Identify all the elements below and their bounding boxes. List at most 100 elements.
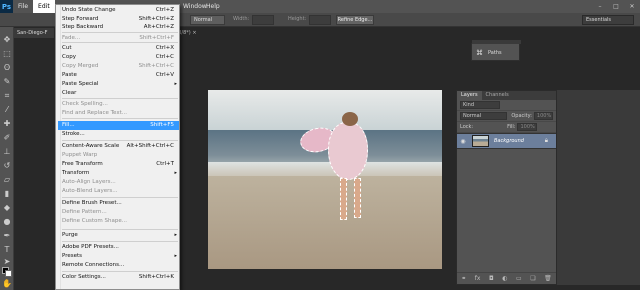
refine-edge-button[interactable]: Refine Edge... (336, 15, 374, 25)
menu-item-label: Clear (62, 90, 77, 96)
menu-item-content-aware-scale[interactable]: Content-Aware Scale Alt+Shift+Ctrl+C (62, 142, 179, 151)
menu-item-paste[interactable]: Paste Ctrl+V (62, 71, 179, 80)
adjustment-icon[interactable]: ◐ (502, 275, 507, 282)
menu-item-presets[interactable]: Presets ▸ (62, 252, 179, 261)
clone-stamp-tool-icon[interactable]: ⊥ (2, 147, 12, 157)
path-select-tool-icon[interactable]: ➤ (2, 257, 12, 267)
layers-panel-tabs: Layers Channels (457, 91, 556, 100)
layer-row-background[interactable]: ◉ Background 🔒︎ (457, 133, 556, 149)
paths-icon: ⌘ (476, 49, 483, 57)
link-icon[interactable]: ⚭ (461, 275, 466, 282)
panel-dock-empty (557, 90, 640, 285)
menu-item-transform[interactable]: Transform ▸ (62, 169, 179, 178)
menu-item-define-pattern: Define Pattern... (62, 208, 179, 217)
style-select[interactable]: Normal (190, 15, 225, 25)
menu-item-copy[interactable]: Copy Ctrl+C (62, 53, 179, 62)
selection-leg-right (354, 178, 361, 218)
new-layer-icon[interactable]: ❏ (530, 275, 535, 282)
selection-leg-left (340, 178, 347, 220)
fx-icon[interactable]: fx (475, 275, 481, 282)
filter-kind-select[interactable]: Kind (460, 101, 500, 109)
submenu-arrow-icon: ▸ (174, 253, 177, 259)
height-label: Height: (288, 16, 307, 22)
height-field[interactable] (309, 15, 331, 25)
opacity-field[interactable]: 100% (533, 112, 553, 120)
menu-item-paste-special[interactable]: Paste Special ▸ (62, 80, 179, 89)
tab-channels[interactable]: Channels (482, 91, 513, 100)
blend-opacity-row: Normal Opacity: 100% (457, 111, 556, 122)
folder-icon[interactable]: ▭ (516, 275, 522, 282)
document-canvas[interactable] (208, 90, 442, 269)
trash-icon[interactable]: 🗑︎ (544, 275, 552, 282)
type-tool-icon[interactable]: T (2, 245, 12, 255)
blur-tool-icon[interactable]: ◆ (2, 203, 12, 213)
gradient-tool-icon[interactable]: ▮ (2, 189, 12, 199)
document-tab[interactable]: San-Diego-F (14, 28, 54, 38)
menu-item-cut[interactable]: Cut Ctrl+X (62, 44, 179, 53)
crop-tool-icon[interactable]: ⌗ (2, 91, 12, 101)
eyedropper-tool-icon[interactable]: ⁄ (2, 105, 12, 115)
layer-filter-row: Kind (457, 100, 556, 111)
layers-panel: Layers Channels Kind Normal Opacity: 100… (456, 90, 557, 285)
menu-edit[interactable]: Edit (33, 0, 55, 13)
menu-help[interactable]: Help (201, 0, 225, 13)
eye-icon[interactable]: ◉ (457, 138, 469, 145)
menu-item-color-settings[interactable]: Color Settings... Shift+Ctrl+K (62, 273, 179, 282)
fill-field[interactable]: 100% (517, 123, 538, 131)
quick-select-tool-icon[interactable]: ✎ (2, 77, 12, 87)
menu-item-label: Step Backward (62, 24, 104, 30)
background-color-swatch[interactable] (5, 270, 12, 277)
lasso-tool-icon[interactable]: ʘ (2, 63, 12, 73)
document-tab-suffix[interactable]: B/8*) × (178, 28, 197, 38)
close-icon[interactable]: ✕ (626, 2, 638, 11)
menu-item-label: Content-Aware Scale (62, 143, 120, 149)
move-tool-icon[interactable]: ✥ (2, 35, 12, 45)
window-controls: – □ ✕ (594, 2, 638, 11)
maximize-icon[interactable]: □ (610, 2, 622, 11)
panel-grip[interactable] (472, 40, 521, 44)
menu-item-stroke[interactable]: Stroke... (62, 130, 179, 139)
dodge-tool-icon[interactable]: ● (2, 217, 12, 227)
menu-item-shortcut: Ctrl+T (156, 161, 174, 167)
brush-tool-icon[interactable]: ✐ (2, 133, 12, 143)
blend-mode-select[interactable]: Normal (460, 112, 508, 120)
history-brush-tool-icon[interactable]: ↺ (2, 161, 12, 171)
menu-item-remote-connections[interactable]: Remote Connections... (62, 261, 179, 270)
menu-item-define-brush-preset[interactable]: Define Brush Preset... (62, 199, 179, 208)
menu-separator (62, 118, 178, 119)
menu-item-puppet-warp: Puppet Warp (62, 151, 179, 160)
menu-separator (62, 31, 178, 33)
menu-item-label: Undo State Change (62, 7, 116, 13)
menu-item-adobe-pdf-presets[interactable]: Adobe PDF Presets... (62, 243, 179, 252)
menu-separator (62, 140, 178, 141)
lock-label: Lock: (460, 124, 474, 130)
menu-item-fill[interactable]: Fill... Shift+F5 (58, 120, 179, 130)
pen-tool-icon[interactable]: ✒ (2, 231, 12, 241)
mask-icon[interactable]: ◘ (489, 275, 494, 282)
healing-tool-icon[interactable]: ✚ (2, 119, 12, 129)
menu-item-label: Paste Special (62, 81, 99, 87)
eraser-tool-icon[interactable]: ▱ (2, 175, 12, 185)
lock-icon: 🔒︎ (544, 137, 548, 144)
menu-item-label: Auto-Blend Layers... (62, 188, 118, 194)
menu-item-free-transform[interactable]: Free Transform Ctrl+T (62, 160, 179, 169)
paths-panel-collapsed[interactable]: ⌘ Paths (471, 40, 521, 61)
width-label: Width: (233, 16, 250, 22)
workspace-select[interactable]: Essentials (582, 15, 634, 25)
menu-item-label: Auto-Align Layers... (62, 179, 116, 185)
menu-item-auto-align-layers: Auto-Align Layers... (62, 178, 179, 187)
menu-separator (62, 197, 178, 198)
menu-item-shortcut: Ctrl+C (155, 54, 174, 60)
menu-gutter (56, 5, 61, 289)
menu-item-shortcut: Shift+Ctrl+K (138, 274, 174, 280)
menu-item-label: Remote Connections... (62, 262, 125, 268)
menu-item-clear[interactable]: Clear (62, 89, 179, 98)
tab-layers[interactable]: Layers (457, 91, 482, 100)
minimize-icon[interactable]: – (594, 2, 606, 11)
hand-tool-icon[interactable]: ✋ (2, 279, 12, 289)
width-field[interactable] (252, 15, 274, 25)
menu-item-purge[interactable]: Purge ▸ (62, 231, 179, 240)
menu-item-label: Adobe PDF Presets... (62, 244, 119, 250)
marquee-tool-icon[interactable]: ⬚ (2, 49, 12, 59)
menu-file[interactable]: File (13, 0, 33, 13)
